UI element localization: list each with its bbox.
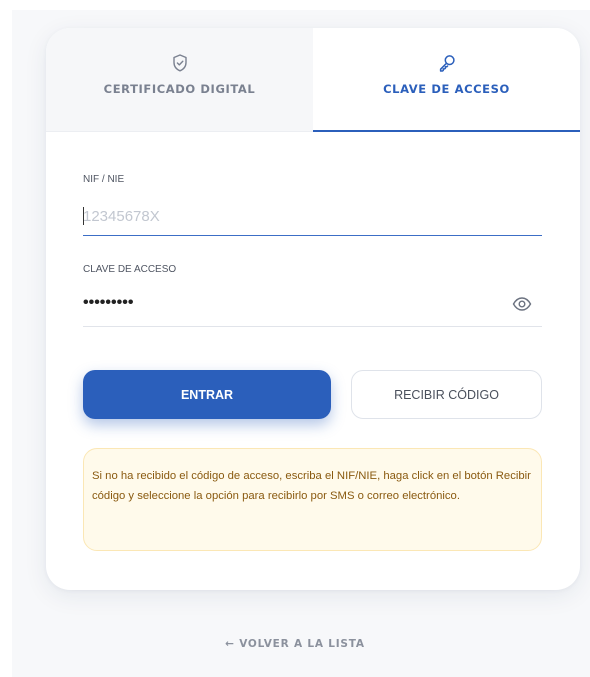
recibir-codigo-button[interactable]: RECIBIR CÓDIGO bbox=[351, 370, 542, 419]
eye-icon[interactable] bbox=[512, 296, 532, 312]
back-to-list-link[interactable]: ← VOLVER A LA LISTA bbox=[0, 638, 590, 650]
auth-tabs: CERTIFICADO DIGITAL CLAVE DE ACCESO bbox=[46, 28, 580, 132]
nif-input[interactable] bbox=[83, 198, 542, 236]
tab-certificado-label: CERTIFICADO DIGITAL bbox=[103, 82, 256, 96]
password-label: CLAVE DE ACCESO bbox=[83, 264, 177, 275]
password-value: ••••••••• bbox=[83, 294, 134, 311]
tab-clave-de-acceso[interactable]: CLAVE DE ACCESO bbox=[313, 28, 580, 132]
tab-clave-label: CLAVE DE ACCESO bbox=[383, 82, 510, 96]
text-caret bbox=[83, 207, 84, 225]
tab-certificado-digital[interactable]: CERTIFICADO DIGITAL bbox=[46, 28, 313, 132]
info-notice: Si no ha recibido el código de acceso, e… bbox=[83, 448, 542, 551]
nif-label: NIF / NIE bbox=[83, 174, 125, 185]
entrar-button[interactable]: ENTRAR bbox=[83, 370, 331, 419]
shield-check-icon bbox=[172, 54, 187, 72]
password-field[interactable]: ••••••••• bbox=[83, 288, 542, 327]
key-icon bbox=[439, 55, 455, 72]
login-card: CERTIFICADO DIGITAL CLAVE DE ACCESO NIF … bbox=[46, 28, 580, 590]
